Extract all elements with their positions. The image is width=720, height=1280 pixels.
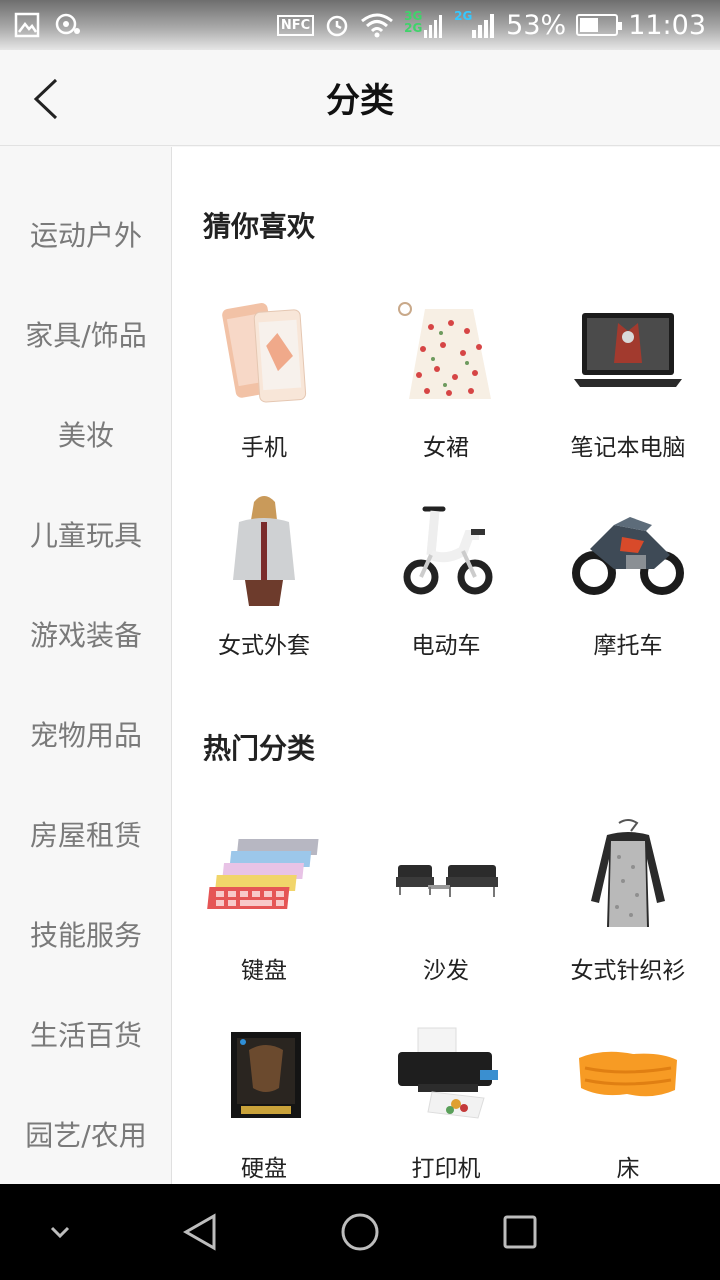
sidebar-item-kids-toys[interactable]: 儿童玩具 [0, 484, 171, 584]
category-item-keyboard[interactable]: 键盘 [173, 815, 355, 1005]
system-nav-bar [0, 1184, 720, 1280]
page-title: 分类 [326, 81, 394, 121]
sweater-icon [568, 815, 688, 935]
square-recents-icon [503, 1215, 537, 1249]
category-content: 猜你喜欢 手机 女裙 笔记本电脑 女式外套 电动车 摩托车 热门分类 键盘 沙发… [173, 147, 720, 1184]
message-notification-icon [54, 12, 82, 38]
category-item-printer[interactable]: 打印机 [355, 1013, 537, 1184]
category-item-label: 硬盘 [241, 1156, 287, 1182]
skirt-icon [386, 292, 506, 412]
category-item-label: 键盘 [241, 958, 287, 984]
nav-home-button[interactable] [330, 1204, 390, 1260]
image-notification-icon [14, 12, 40, 38]
sidebar-item-pet-supplies[interactable]: 宠物用品 [0, 684, 171, 784]
category-item-women-jacket[interactable]: 女式外套 [173, 490, 355, 680]
phone-icon [204, 292, 324, 412]
chevron-down-icon [50, 1226, 70, 1239]
sidebar-item-game-gear[interactable]: 游戏装备 [0, 584, 171, 684]
app-header: 分类 [0, 50, 720, 146]
category-item-label: 女裙 [423, 435, 469, 461]
hide-nav-button[interactable] [30, 1204, 90, 1260]
category-item-skirt[interactable]: 女裙 [355, 292, 537, 482]
sidebar-item-sports-outdoor[interactable]: 运动户外 [0, 184, 171, 284]
printer-icon [386, 1013, 506, 1133]
circle-home-icon [341, 1213, 379, 1251]
category-item-hard-drive[interactable]: 硬盘 [173, 1013, 355, 1184]
category-item-label: 床 [616, 1156, 640, 1182]
sidebar-item-partial[interactable] [0, 147, 171, 153]
status-bar: NFC 3G 2G 2G 53% 11:03 [0, 0, 720, 50]
category-item-bed[interactable]: 床 [537, 1013, 719, 1184]
category-item-women-sweater[interactable]: 女式针织衫 [537, 815, 719, 1005]
category-body: 运动户外 家具/饰品 美妆 儿童玩具 游戏装备 宠物用品 房屋租赁 技能服务 生… [0, 147, 720, 1184]
motorcycle-icon [568, 490, 688, 610]
category-sidebar[interactable]: 运动户外 家具/饰品 美妆 儿童玩具 游戏装备 宠物用品 房屋租赁 技能服务 生… [0, 147, 172, 1184]
laptop-icon [568, 292, 688, 412]
signal-sim1-icon: 3G 2G [404, 10, 444, 40]
section-title-guess-you-like: 猜你喜欢 [203, 210, 316, 243]
sidebar-item-house-rental[interactable]: 房屋租赁 [0, 784, 171, 884]
battery-icon [576, 14, 623, 36]
signal-sim2-icon: 2G [454, 10, 496, 40]
sidebar-item-daily-goods[interactable]: 生活百货 [0, 984, 171, 1084]
category-item-laptop[interactable]: 笔记本电脑 [537, 292, 719, 482]
category-item-label: 电动车 [411, 633, 481, 659]
nav-back-button[interactable] [170, 1204, 230, 1260]
alarm-icon [324, 12, 350, 38]
clock: 11:03 [628, 9, 706, 41]
category-item-label: 手机 [241, 435, 287, 461]
sidebar-item-skill-services[interactable]: 技能服务 [0, 884, 171, 984]
category-item-label: 女式针织衫 [570, 958, 686, 984]
category-item-label: 打印机 [411, 1156, 481, 1182]
category-item-sofa[interactable]: 沙发 [355, 815, 537, 1005]
category-item-label: 女式外套 [218, 633, 310, 659]
sidebar-item-furniture[interactable]: 家具/饰品 [0, 284, 171, 384]
section-title-hot-categories: 热门分类 [203, 732, 316, 765]
category-item-label: 沙发 [423, 958, 469, 984]
wifi-icon [360, 12, 394, 38]
sidebar-item-beauty[interactable]: 美妆 [0, 384, 171, 484]
network-type-label: 2G [454, 9, 473, 23]
category-item-phone[interactable]: 手机 [173, 292, 355, 482]
nav-recents-button[interactable] [490, 1204, 550, 1260]
nfc-icon: NFC [276, 14, 315, 36]
sidebar-item-gardening[interactable]: 园艺/农用 [0, 1084, 171, 1184]
sofa-icon [386, 815, 506, 935]
category-item-label: 摩托车 [593, 633, 663, 659]
category-item-e-scooter[interactable]: 电动车 [355, 490, 537, 680]
e-scooter-icon [386, 490, 506, 610]
keyboard-icon [204, 815, 324, 935]
category-item-label: 笔记本电脑 [570, 435, 686, 461]
battery-percent: 53% [506, 9, 567, 41]
category-item-motorcycle[interactable]: 摩托车 [537, 490, 719, 680]
hard-drive-icon [204, 1013, 324, 1133]
back-button[interactable] [30, 76, 70, 122]
triangle-back-icon [182, 1213, 216, 1251]
jacket-icon [204, 490, 324, 610]
network-type-label: 2G [404, 21, 423, 35]
chevron-left-icon [33, 78, 58, 120]
air-bed-icon [568, 1013, 688, 1133]
